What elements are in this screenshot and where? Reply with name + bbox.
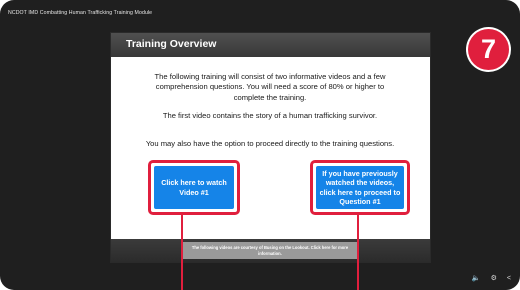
proceed-to-question-button[interactable]: If you have previously watched the video… <box>316 166 404 209</box>
video-courtesy-link[interactable]: The following videos are courtesy of Bus… <box>181 242 359 259</box>
training-slide: Training Overview The following training… <box>111 33 430 262</box>
watch-video-button[interactable]: Click here to watch Video #1 <box>154 166 234 209</box>
proceed-option-text: You may also have the option to proceed … <box>145 139 395 148</box>
slide-header: Training Overview <box>111 33 430 57</box>
pointer-line-left <box>181 213 183 290</box>
volume-icon[interactable]: 🔈 <box>472 274 481 282</box>
slide-footer: The following videos are courtesy of Bus… <box>111 239 430 262</box>
first-video-description: The first video contains the story of a … <box>162 111 378 120</box>
gear-icon[interactable]: ⚙ <box>491 274 497 282</box>
pointer-line-right <box>357 213 359 290</box>
training-description: The following training will consist of t… <box>154 72 386 102</box>
step-number-badge: 7 <box>468 29 509 70</box>
player-controls: 🔈 ⚙ < <box>472 274 511 283</box>
slide-title: Training Overview <box>126 38 217 50</box>
back-icon[interactable]: < <box>507 275 511 282</box>
window-title: NCDOT IMD Combatting Human Trafficking T… <box>8 10 153 16</box>
watch-video-button-highlight: Click here to watch Video #1 <box>148 160 240 215</box>
player-window: NCDOT IMD Combatting Human Trafficking T… <box>0 0 520 290</box>
proceed-to-question-button-highlight: If you have previously watched the video… <box>310 160 410 215</box>
